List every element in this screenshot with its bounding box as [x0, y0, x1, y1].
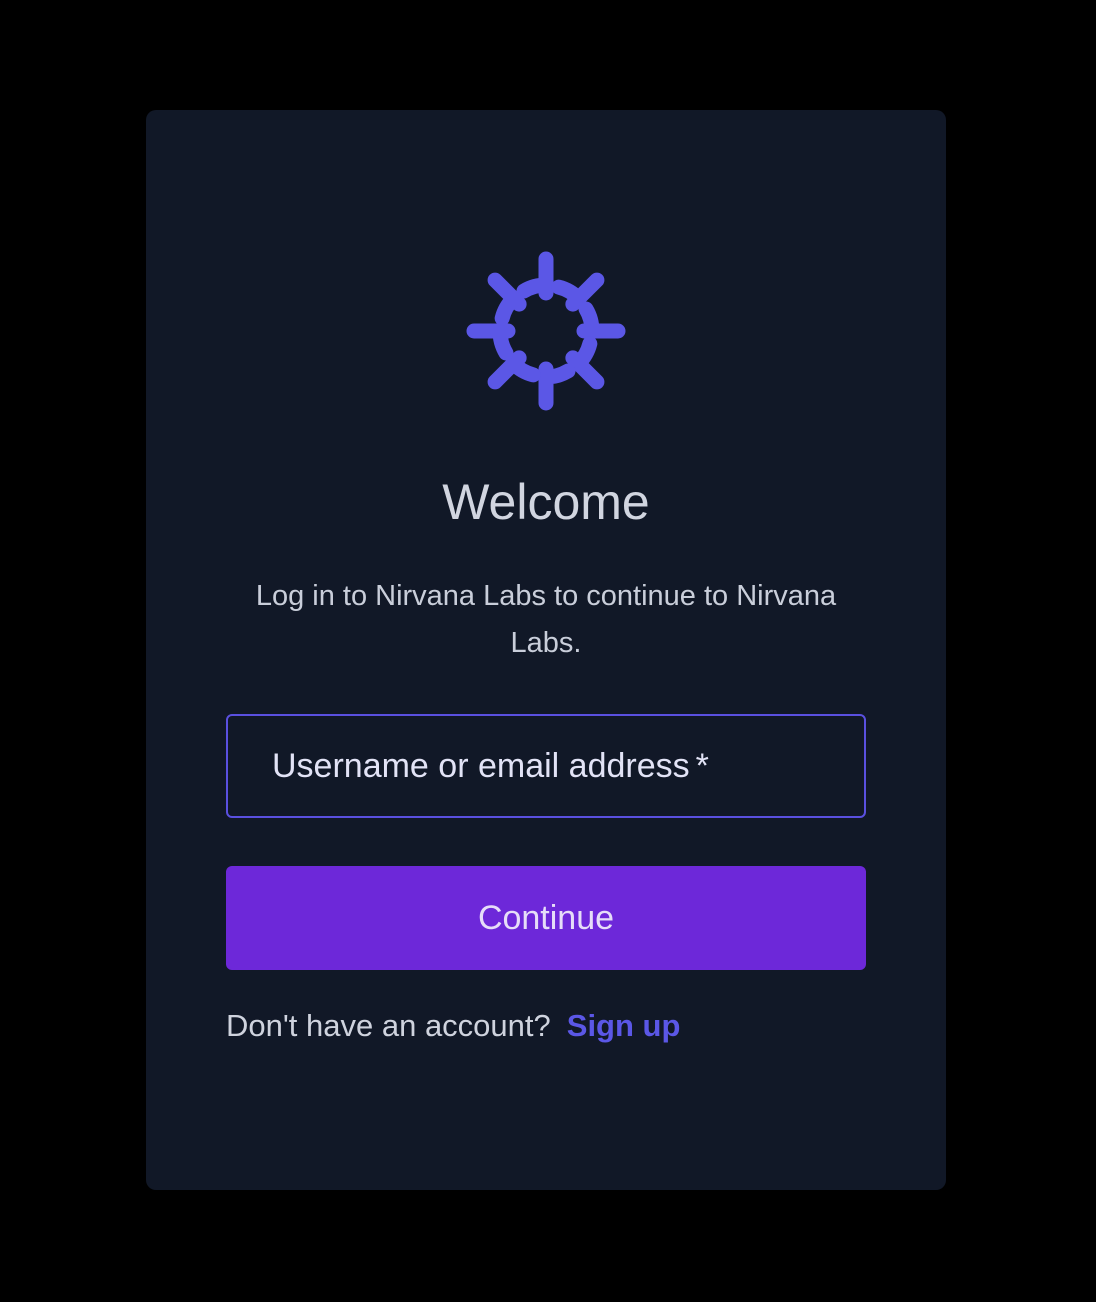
- signup-row: Don't have an account? Sign up: [226, 1006, 680, 1046]
- nirvana-labs-logo-icon: [466, 251, 626, 411]
- logo-arm: [466, 323, 516, 361]
- logo-arm: [538, 361, 576, 411]
- signup-prompt: Don't have an account?: [226, 1008, 551, 1043]
- login-card: Welcome Log in to Nirvana Labs to contin…: [146, 110, 946, 1190]
- logo-arm: [487, 350, 541, 390]
- logo-arm: [565, 336, 605, 390]
- signup-link[interactable]: Sign up: [567, 1008, 681, 1043]
- username-email-input[interactable]: [228, 716, 864, 816]
- username-email-field[interactable]: Username or email address *: [226, 714, 866, 818]
- page-subtitle: Log in to Nirvana Labs to continue to Ni…: [255, 580, 837, 659]
- logo-arm: [576, 301, 626, 339]
- logo-arm: [487, 272, 527, 326]
- logo-arm: [516, 251, 554, 301]
- page-title: Welcome: [442, 474, 650, 530]
- continue-button[interactable]: Continue: [226, 866, 866, 970]
- logo-arm: [551, 272, 605, 312]
